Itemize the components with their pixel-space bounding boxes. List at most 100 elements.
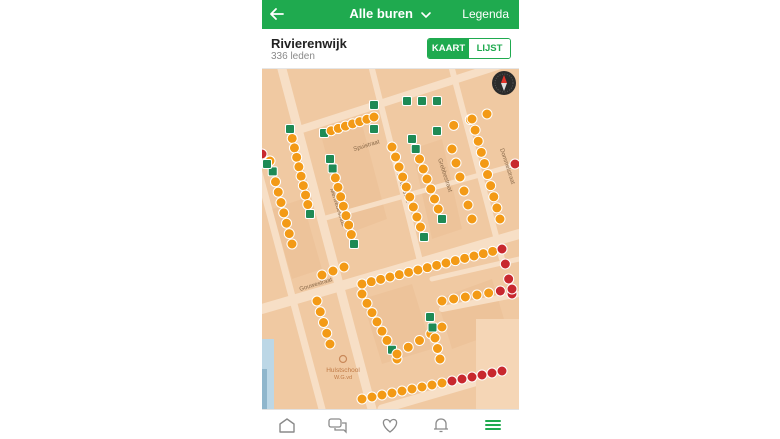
neighbour-marker-orange[interactable] bbox=[469, 124, 481, 136]
legend-button[interactable]: Legenda bbox=[462, 7, 509, 21]
neighbour-marker-orange[interactable] bbox=[338, 261, 350, 273]
neighbour-marker-orange[interactable] bbox=[466, 113, 478, 125]
neighbour-marker-orange[interactable] bbox=[403, 266, 415, 278]
neighbour-marker-green[interactable] bbox=[325, 154, 335, 164]
neighbour-marker-red[interactable] bbox=[486, 367, 498, 379]
neighbour-marker-orange[interactable] bbox=[475, 146, 487, 158]
neighbour-marker-orange[interactable] bbox=[365, 276, 377, 288]
neighbour-marker-orange[interactable] bbox=[397, 171, 409, 183]
neighbour-marker-orange[interactable] bbox=[421, 173, 433, 185]
neighbour-marker-green[interactable] bbox=[410, 144, 421, 154]
neighbour-marker-orange[interactable] bbox=[487, 245, 499, 257]
neighbour-marker-green[interactable] bbox=[349, 239, 359, 249]
neighbour-marker-orange[interactable] bbox=[414, 221, 426, 233]
neighbour-marker-orange[interactable] bbox=[335, 191, 347, 203]
neighbour-marker-orange[interactable] bbox=[466, 213, 478, 225]
neighbour-marker-red[interactable] bbox=[476, 369, 488, 381]
neighbour-marker-orange[interactable] bbox=[386, 141, 398, 153]
neighbour-marker-orange[interactable] bbox=[436, 295, 448, 307]
neighbour-marker-orange[interactable] bbox=[381, 334, 393, 346]
neighbour-marker-green[interactable] bbox=[437, 214, 447, 224]
neighbour-marker-orange[interactable] bbox=[300, 189, 312, 201]
neighbour-marker-orange[interactable] bbox=[450, 157, 462, 169]
neighbour-marker-orange[interactable] bbox=[272, 186, 284, 198]
neighbour-marker-orange[interactable] bbox=[482, 169, 494, 181]
neighbour-marker-orange[interactable] bbox=[432, 343, 443, 354]
neighbour-marker-orange[interactable] bbox=[391, 348, 403, 360]
neighbour-marker-orange[interactable] bbox=[416, 381, 428, 393]
neighbour-marker-orange[interactable] bbox=[386, 387, 398, 399]
neighbour-marker-orange[interactable] bbox=[483, 287, 495, 299]
neighbour-marker-orange[interactable] bbox=[406, 383, 418, 395]
neighbour-marker-green[interactable] bbox=[419, 232, 429, 242]
neighbour-marker-orange[interactable] bbox=[297, 180, 309, 192]
neighbour-marker-orange[interactable] bbox=[345, 229, 357, 241]
neighbour-marker-orange[interactable] bbox=[429, 332, 441, 344]
neighbour-marker-green[interactable] bbox=[327, 163, 338, 174]
neighbour-marker-orange[interactable] bbox=[446, 143, 458, 155]
neighbour-marker-orange[interactable] bbox=[384, 271, 396, 283]
neighbour-marker-orange[interactable] bbox=[291, 151, 303, 163]
neighbour-marker-orange[interactable] bbox=[366, 391, 378, 403]
neighbour-marker-orange[interactable] bbox=[436, 377, 448, 389]
neighbour-marker-orange[interactable] bbox=[278, 207, 290, 219]
neighbour-marker-orange[interactable] bbox=[281, 217, 292, 229]
neighbour-marker-orange[interactable] bbox=[302, 199, 314, 211]
neighbour-marker-orange[interactable] bbox=[293, 161, 305, 173]
neighbourhood-map[interactable]: Spuistraat Merwedestraat Dintelstraat Go… bbox=[262, 69, 519, 409]
neighbour-marker-orange[interactable] bbox=[321, 327, 333, 339]
neighbour-marker-orange[interactable] bbox=[414, 335, 425, 346]
neighbour-marker-orange[interactable] bbox=[491, 202, 503, 214]
neighbour-marker-red[interactable] bbox=[496, 243, 508, 255]
heart-icon[interactable] bbox=[379, 416, 401, 434]
neighbour-marker-orange[interactable] bbox=[356, 288, 368, 300]
neighbour-marker-orange[interactable] bbox=[286, 132, 298, 144]
neighbour-marker-orange[interactable] bbox=[288, 142, 300, 154]
neighbour-marker-orange[interactable] bbox=[471, 289, 483, 301]
neighbour-marker-orange[interactable] bbox=[329, 172, 341, 184]
neighbour-marker-red[interactable] bbox=[466, 371, 478, 383]
neighbour-marker-green[interactable] bbox=[305, 209, 315, 219]
neighbour-marker-green[interactable] bbox=[369, 124, 379, 134]
neighbour-marker-orange[interactable] bbox=[402, 341, 414, 353]
neighbour-marker-orange[interactable] bbox=[314, 306, 326, 318]
compass-icon[interactable] bbox=[492, 71, 516, 95]
neighbour-marker-orange[interactable] bbox=[488, 191, 500, 203]
neighbour-marker-orange[interactable] bbox=[421, 262, 433, 274]
neighbour-marker-orange[interactable] bbox=[283, 228, 295, 240]
chat-icon[interactable] bbox=[327, 416, 349, 434]
neighbour-marker-orange[interactable] bbox=[414, 153, 425, 165]
neighbour-marker-orange[interactable] bbox=[458, 185, 470, 197]
neighbour-marker-orange[interactable] bbox=[485, 180, 497, 192]
neighbour-marker-orange[interactable] bbox=[327, 265, 339, 277]
neighbour-marker-orange[interactable] bbox=[477, 248, 489, 260]
neighbour-marker-orange[interactable] bbox=[417, 163, 429, 175]
neighbour-marker-orange[interactable] bbox=[393, 269, 405, 281]
neighbour-marker-red[interactable] bbox=[506, 283, 518, 295]
neighbour-marker-orange[interactable] bbox=[361, 297, 373, 309]
neighbour-marker-green[interactable] bbox=[425, 312, 435, 322]
neighbour-marker-orange[interactable] bbox=[481, 108, 493, 120]
neighbour-marker-orange[interactable] bbox=[368, 111, 380, 123]
neighbour-marker-orange[interactable] bbox=[332, 181, 344, 193]
neighbour-marker-orange[interactable] bbox=[375, 273, 387, 285]
neighbour-marker-green[interactable] bbox=[262, 159, 272, 169]
neighbour-marker-orange[interactable] bbox=[432, 203, 444, 215]
neighbour-marker-green[interactable] bbox=[407, 134, 417, 144]
neighbour-marker-orange[interactable] bbox=[270, 176, 281, 188]
neighbour-marker-orange[interactable] bbox=[390, 151, 402, 163]
neighbour-marker-red[interactable] bbox=[446, 375, 458, 387]
neighbour-marker-red[interactable] bbox=[494, 285, 506, 297]
neighbour-marker-orange[interactable] bbox=[393, 161, 405, 173]
neighbour-marker-orange[interactable] bbox=[311, 295, 323, 307]
neighbour-marker-orange[interactable] bbox=[400, 181, 412, 193]
neighbour-marker-orange[interactable] bbox=[472, 135, 484, 147]
neighbour-marker-green[interactable] bbox=[432, 126, 442, 136]
neighbour-marker-green[interactable] bbox=[427, 322, 438, 333]
neighbour-marker-green[interactable] bbox=[402, 96, 412, 106]
neighbour-marker-orange[interactable] bbox=[404, 191, 416, 203]
neighbour-marker-orange[interactable] bbox=[356, 393, 368, 405]
neighbour-marker-orange[interactable] bbox=[426, 379, 438, 391]
menu-icon[interactable] bbox=[482, 416, 504, 434]
neighbour-marker-orange[interactable] bbox=[356, 278, 368, 290]
